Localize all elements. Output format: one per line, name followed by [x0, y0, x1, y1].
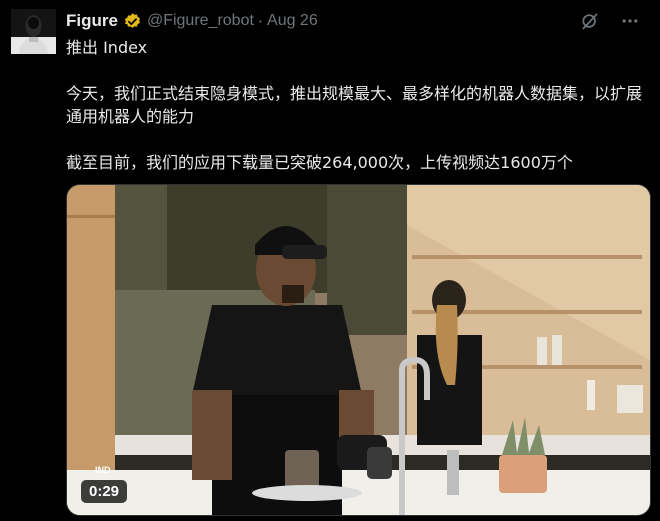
- video-overlay-label: IND: [95, 465, 111, 475]
- more-icon[interactable]: [620, 11, 640, 31]
- tweet-text-paragraph2: 今天，我们正式结束隐身模式，推出规模最大、最多样化的机器人数据集，以扩展通用机器…: [66, 84, 643, 126]
- author-handle[interactable]: @Figure_robot: [147, 12, 254, 30]
- avatar[interactable]: [11, 9, 56, 54]
- tweet-text-line1: 推出 Index: [66, 38, 148, 57]
- grok-icon[interactable]: [580, 11, 600, 31]
- video-frame: [67, 185, 650, 515]
- tweet-date[interactable]: Aug 26: [267, 12, 318, 30]
- tweet-text-paragraph3: 截至目前，我们的应用下载量已突破264,000次，上传视频达1600万个: [66, 153, 573, 172]
- author-name[interactable]: Figure: [66, 11, 118, 31]
- video-player[interactable]: IND 0:29: [66, 184, 651, 516]
- header-actions: [580, 9, 640, 33]
- verified-badge-icon: [123, 12, 142, 31]
- tweet-header: Figure @Figure_robot · Aug 26: [66, 9, 640, 33]
- separator-dot: ·: [257, 11, 264, 31]
- video-duration-badge: 0:29: [81, 480, 128, 503]
